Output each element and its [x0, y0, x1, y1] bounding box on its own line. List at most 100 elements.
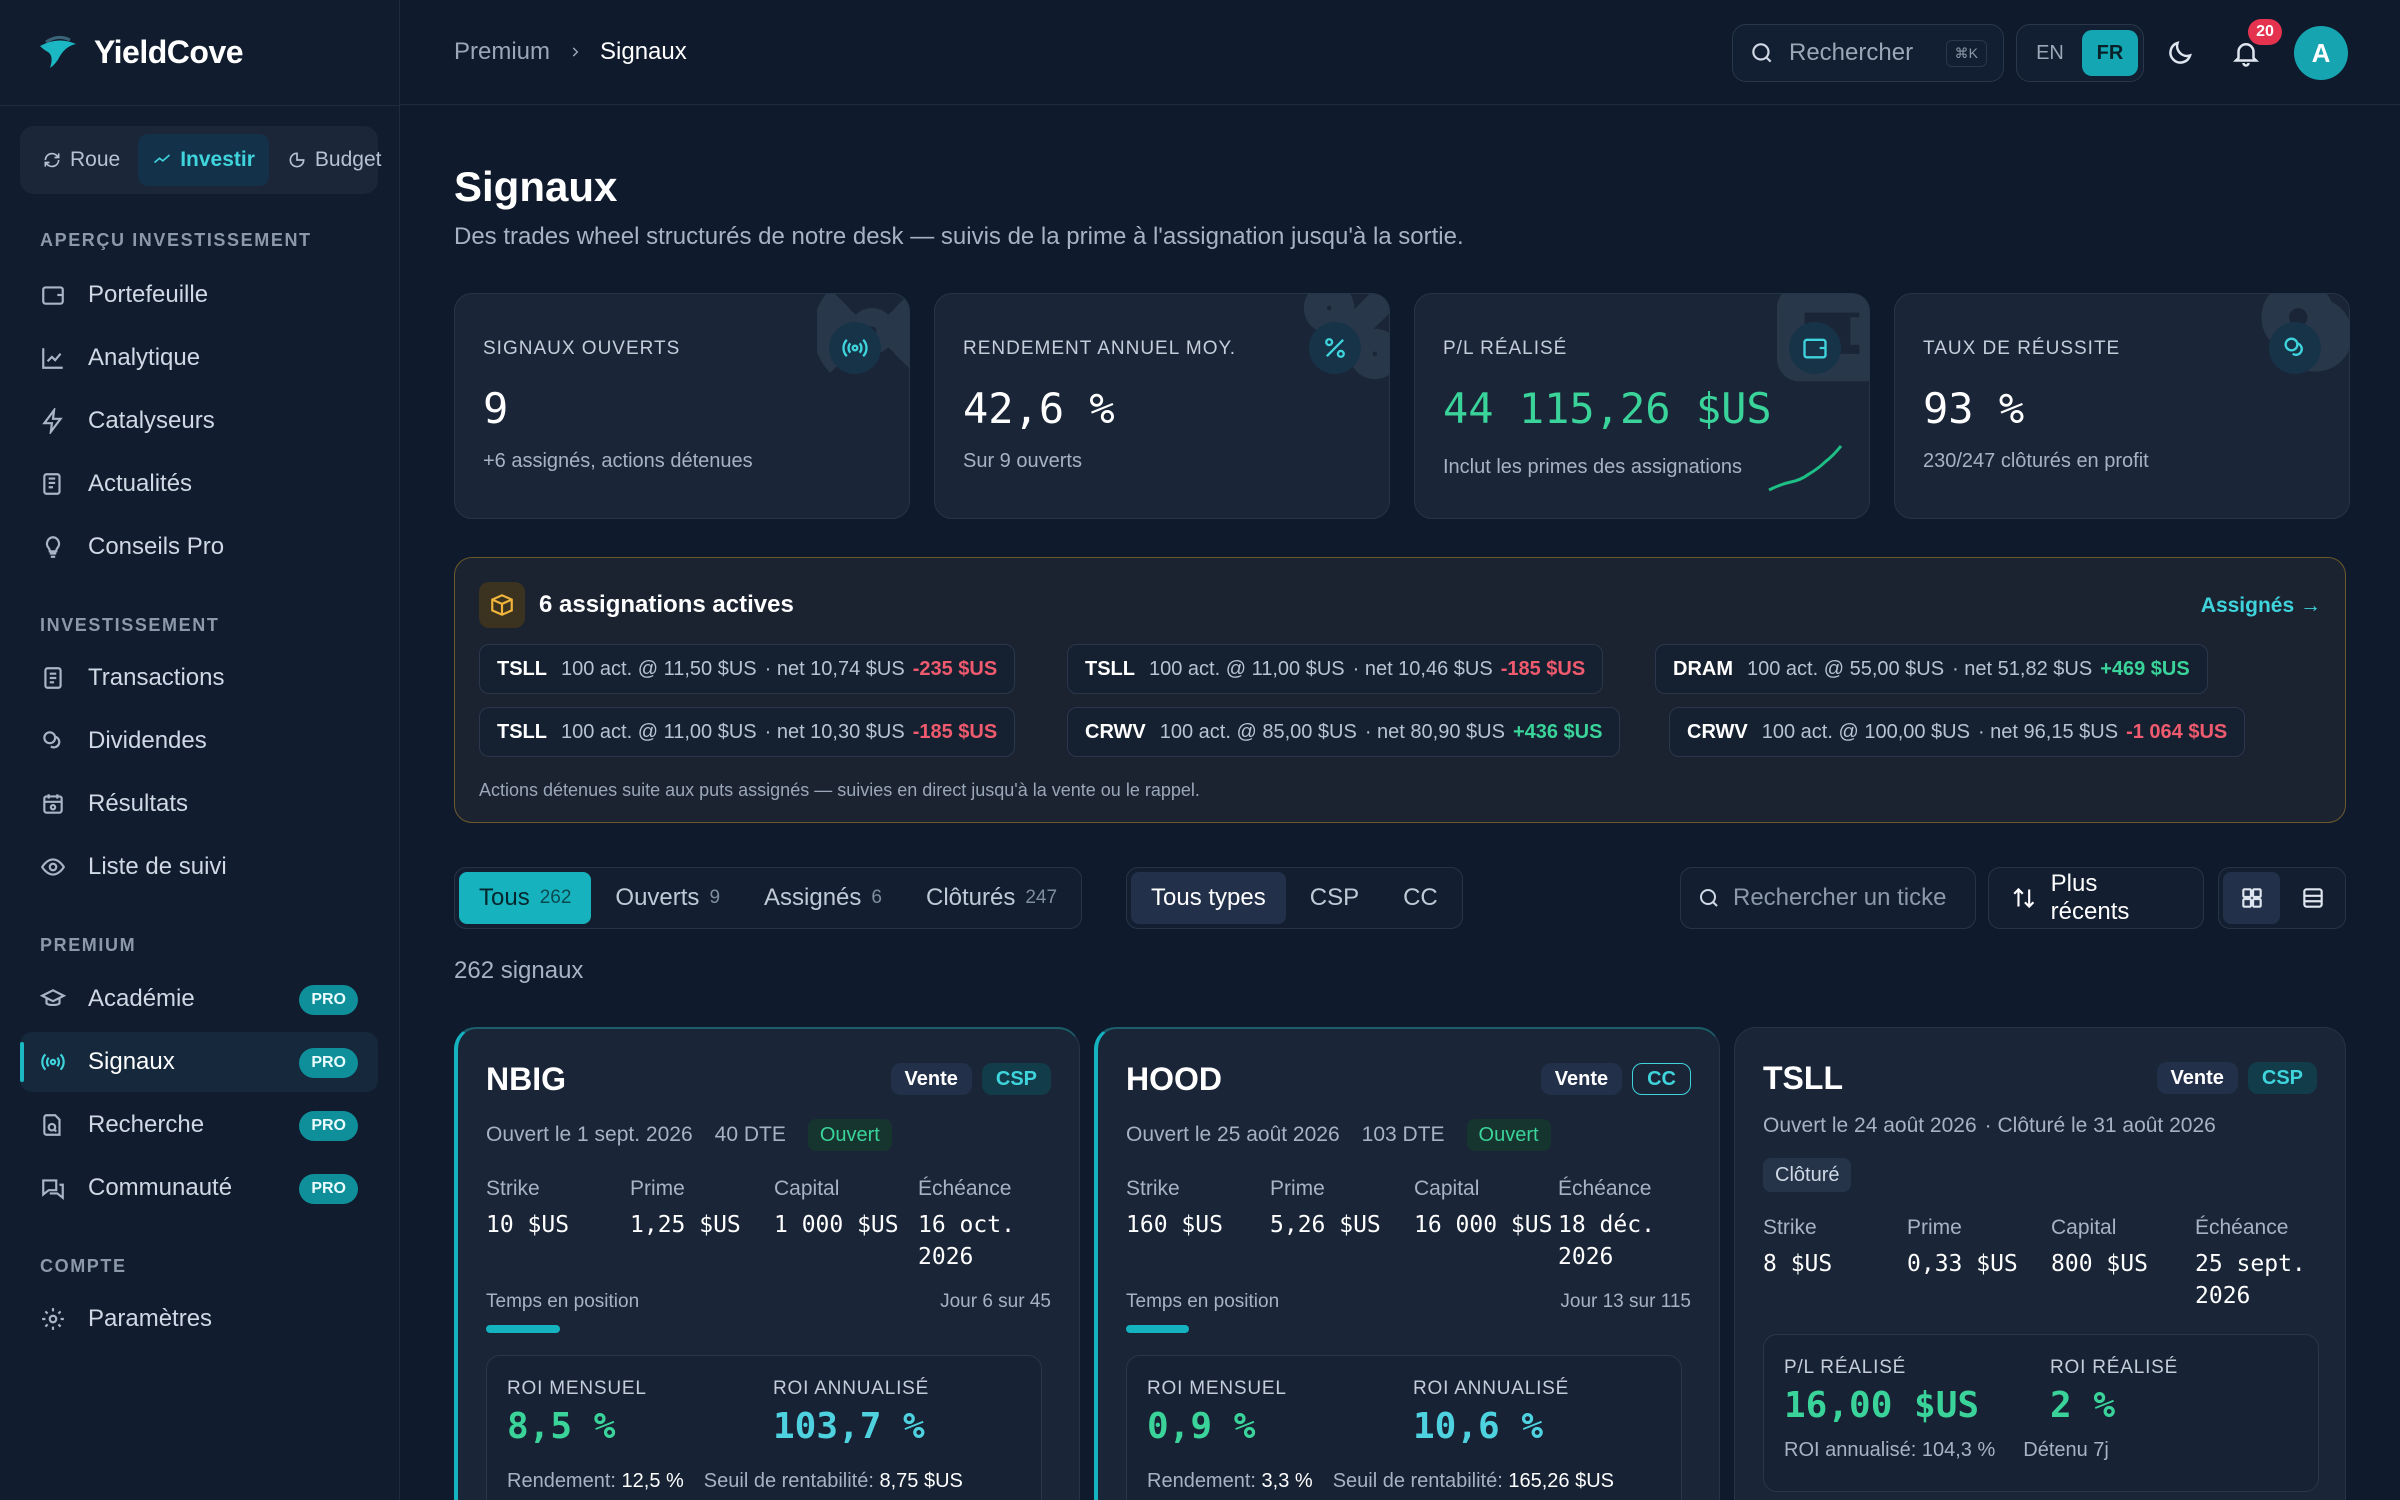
status-badge: Ouvert [1466, 1119, 1551, 1151]
sidebar-item-analytique[interactable]: Analytique [20, 328, 378, 388]
field-value: 16 000 $US [1414, 1212, 1553, 1238]
roi-panel: ROI MENSUEL 8,5 % ROI ANNUALISÉ 103,7 % … [486, 1355, 1042, 1500]
card-meta: Ouvert le 25 août 2026 103 DTE Ouvert [1126, 1119, 1551, 1151]
type-tous-types[interactable]: Tous types [1131, 872, 1286, 924]
yield-label: Rendement: [1147, 1470, 1256, 1492]
pro-badge: PRO [299, 1048, 358, 1078]
yield-value: 3,3 % [1261, 1470, 1313, 1492]
assigned-link[interactable]: Assignés → [2201, 594, 2321, 618]
type-csp[interactable]: CSP [1290, 872, 1379, 924]
nav-section-investissement: INVESTISSEMENT [40, 615, 220, 635]
progress-fill [486, 1325, 560, 1333]
breakeven-value: 8,75 $US [879, 1470, 963, 1492]
filter-ouverts[interactable]: Ouverts 9 [595, 872, 740, 924]
filter-clotures[interactable]: Clôturés 247 [906, 872, 1077, 924]
chip-pl: -185 $US [912, 720, 998, 743]
chip-pl: -235 $US [912, 657, 998, 680]
lang-fr-button[interactable]: FR [2082, 30, 2138, 76]
sidebar-item-academie[interactable]: Académie PRO [20, 969, 378, 1029]
filter-tous[interactable]: Tous 262 [459, 872, 592, 924]
shortcut-hint: ⌘K [1945, 39, 1987, 67]
graduation-cap-icon [40, 989, 66, 1007]
sparkline [1768, 445, 1843, 492]
chip-desc: 100 act. @ 85,00 $US [1159, 720, 1357, 743]
assignment-chip[interactable]: TSLL 100 act. @ 11,00 $US · net 10,46 $U… [1067, 644, 1604, 694]
open-date: Ouvert le 25 août 2026 [1126, 1123, 1340, 1146]
side-badge: Vente [890, 1063, 972, 1095]
time-progress-bar [1126, 1325, 1682, 1333]
nav-section-apercu: APERÇU INVESTISSEMENT [40, 230, 312, 250]
sidebar-item-label: Catalyseurs [88, 407, 215, 434]
yield-value: 12,5 % [621, 1470, 684, 1492]
grid-view-button[interactable] [2223, 872, 2280, 924]
wallet-icon [42, 286, 64, 305]
package-icon [479, 582, 525, 628]
roi-realized-label: ROI RÉALISÉ [2050, 1357, 2179, 1378]
ticker-search-input[interactable]: Rechercher un ticke [1680, 867, 1976, 929]
sort-button[interactable]: Plus récents [1988, 867, 2204, 929]
sidebar-item-resultats[interactable]: Résultats [20, 774, 378, 834]
strike-field: Strike 8 $US [1763, 1216, 1913, 1280]
mode-investir-button[interactable]: Investir [138, 134, 269, 186]
time-progress-bar [486, 1325, 1042, 1333]
mode-label: Roue [70, 148, 121, 171]
field-label: Capital [2051, 1216, 2117, 1239]
assignment-chip[interactable]: CRWV 100 act. @ 85,00 $US · net 80,90 $U… [1067, 707, 1621, 757]
card-meta: Ouvert le 24 août 2026 · Clôturé le 31 a… [1763, 1114, 2216, 1138]
app-name: YieldCove [94, 33, 244, 70]
notifications-button[interactable]: 20 [2226, 19, 2282, 73]
search-placeholder: Rechercher un ticke [1733, 884, 1947, 911]
strike-field: Strike 160 $US [1126, 1177, 1276, 1241]
type-cc[interactable]: CC [1383, 872, 1458, 924]
sidebar-item-communaute[interactable]: Communauté PRO [20, 1158, 378, 1218]
chip-net: · net 96,15 $US [1977, 720, 2119, 743]
dte: 103 DTE [1361, 1123, 1445, 1146]
filter-assignes[interactable]: Assignés 6 [744, 872, 902, 924]
global-search-input[interactable]: Rechercher ⌘K [1732, 24, 2004, 82]
breadcrumb: Premium Signaux [454, 38, 687, 66]
table-view-button[interactable] [2284, 872, 2341, 924]
avatar[interactable]: A [2294, 26, 2348, 80]
field-value: 1 000 $US [774, 1212, 899, 1238]
mode-switch: Roue Investir Budget [20, 126, 381, 194]
grid-icon [2241, 888, 2262, 908]
assignment-chip[interactable]: DRAM 100 act. @ 55,00 $US · net 51,82 $U… [1655, 644, 2208, 694]
breadcrumb-premium[interactable]: Premium [454, 38, 550, 66]
assignment-chip[interactable]: CRWV 100 act. @ 100,00 $US · net 96,15 $… [1669, 707, 2246, 757]
trend-icon [154, 154, 171, 164]
sidebar-item-label: Liste de suivi [88, 853, 227, 880]
sidebar-item-suivi[interactable]: Liste de suivi [20, 837, 378, 897]
assignment-chip[interactable]: TSLL 100 act. @ 11,00 $US · net 10,30 $U… [479, 707, 1016, 757]
page-subtitle: Des trades wheel structurés de notre des… [454, 223, 1464, 250]
sidebar-item-signaux[interactable]: Signaux PRO [20, 1032, 378, 1092]
sidebar-item-label: Signaux [88, 1048, 175, 1075]
stat-label: RENDEMENT ANNUEL MOY. [963, 338, 1236, 359]
app-logo[interactable]: YieldCove [36, 30, 244, 74]
mode-budget-button[interactable]: Budget [273, 134, 396, 186]
status-badge: Ouvert [807, 1119, 892, 1151]
card-ticker: TSLL [1763, 1060, 1843, 1096]
sidebar-item-conseils[interactable]: Conseils Pro [20, 517, 378, 577]
sidebar-item-label: Paramètres [88, 1305, 213, 1332]
mode-roue-button[interactable]: Roue [28, 134, 134, 186]
sidebar-item-transactions[interactable]: Transactions [20, 648, 378, 708]
sidebar-item-recherche[interactable]: Recherche PRO [20, 1095, 378, 1155]
status-filter: Tous 262 Ouverts 9 Assignés 6 Clôturés 2… [454, 867, 1083, 929]
lang-en-button[interactable]: EN [2022, 30, 2078, 76]
assignment-chip[interactable]: TSLL 100 act. @ 11,50 $US · net 10,74 $U… [479, 644, 1016, 694]
signal-card[interactable]: TSLL Vente CSP Ouvert le 24 août 2026 · … [1734, 1027, 2346, 1500]
signal-card[interactable]: HOOD Vente CC Ouvert le 25 août 2026 103… [1094, 1027, 1720, 1500]
sidebar-item-parametres[interactable]: Paramètres [20, 1289, 378, 1349]
sidebar-item-portefeuille[interactable]: Portefeuille [20, 265, 378, 325]
theme-toggle-button[interactable] [2160, 33, 2200, 73]
type-badge: CSP [2247, 1062, 2317, 1094]
signal-card[interactable]: NBIG Vente CSP Ouvert le 1 sept. 2026 40… [454, 1027, 1080, 1500]
filter-count: 9 [709, 887, 721, 908]
sidebar-item-dividendes[interactable]: Dividendes [20, 711, 378, 771]
capital-field: Capital 800 $US [2051, 1216, 2201, 1280]
sidebar-item-actualites[interactable]: Actualités [20, 454, 378, 514]
field-value: 1,25 $US [630, 1212, 741, 1238]
sidebar-item-label: Portefeuille [88, 281, 209, 308]
field-label: Échéance [1558, 1177, 1652, 1200]
sidebar-item-catalyseurs[interactable]: Catalyseurs [20, 391, 378, 451]
